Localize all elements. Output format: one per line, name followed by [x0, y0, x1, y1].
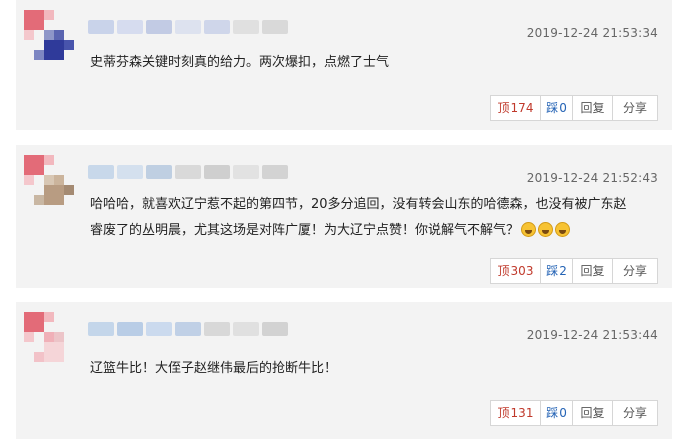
- comment-timestamp: 2019-12-24 21:53:34: [526, 26, 658, 40]
- username-blurred[interactable]: [88, 165, 288, 179]
- comment-text: 哈哈哈，就喜欢辽宁惹不起的第四节，20多分追回，没有转会山东的哈德森，也没有被广…: [90, 192, 660, 244]
- comment-card: 2019-12-24 21:52:43 哈哈哈，就喜欢辽宁惹不起的第四节，20多…: [16, 145, 672, 288]
- upvote-count: 131: [510, 406, 534, 420]
- downvote-button[interactable]: 踩2: [541, 259, 573, 283]
- comment-card: 2019-12-24 21:53:44 辽篮牛比！大侄子赵继伟最后的抢断牛比！ …: [16, 302, 672, 439]
- share-button[interactable]: 分享: [613, 259, 657, 283]
- comment-actions: 顶303 踩2 回复 分享: [490, 258, 658, 284]
- upvote-count: 174: [510, 101, 534, 115]
- share-button[interactable]: 分享: [613, 401, 657, 425]
- comment-timestamp: 2019-12-24 21:53:44: [526, 328, 658, 342]
- reply-button[interactable]: 回复: [573, 259, 613, 283]
- grinning-face-icon: [538, 222, 554, 237]
- downvote-label: 踩: [546, 101, 559, 115]
- downvote-button[interactable]: 踩0: [541, 401, 573, 425]
- username-blurred[interactable]: [88, 322, 288, 336]
- upvote-count: 303: [510, 264, 534, 278]
- downvote-count: 0: [559, 101, 567, 115]
- upvote-label: 顶: [497, 101, 510, 115]
- downvote-label: 踩: [546, 264, 559, 278]
- grinning-face-icon: [521, 222, 537, 237]
- comment-text: 辽篮牛比！大侄子赵继伟最后的抢断牛比！: [90, 361, 338, 376]
- upvote-label: 顶: [497, 406, 510, 420]
- reply-button[interactable]: 回复: [573, 401, 613, 425]
- comment-timestamp: 2019-12-24 21:52:43: [526, 171, 658, 185]
- comment-text-line-content: 睿废了的丛明晨，尤其这场是对阵广厦！为大辽宁点赞！你说解气不解气？: [90, 223, 520, 238]
- upvote-button[interactable]: 顶174: [491, 96, 541, 120]
- share-button[interactable]: 分享: [613, 96, 657, 120]
- comment-actions: 顶174 踩0 回复 分享: [490, 95, 658, 121]
- upvote-label: 顶: [497, 264, 510, 278]
- downvote-count: 0: [559, 406, 567, 420]
- downvote-button[interactable]: 踩0: [541, 96, 573, 120]
- username-blurred[interactable]: [88, 20, 288, 34]
- downvote-count: 2: [559, 264, 567, 278]
- comment-actions: 顶131 踩0 回复 分享: [490, 400, 658, 426]
- comment-text: 史蒂芬森关键时刻真的给力。两次爆扣，点燃了士气: [90, 55, 390, 70]
- avatar[interactable]: [24, 10, 74, 60]
- upvote-button[interactable]: 顶303: [491, 259, 541, 283]
- avatar[interactable]: [24, 312, 74, 362]
- reply-button[interactable]: 回复: [573, 96, 613, 120]
- comment-card: 2019-12-24 21:53:34 史蒂芬森关键时刻真的给力。两次爆扣，点燃…: [16, 0, 672, 130]
- downvote-label: 踩: [546, 406, 559, 420]
- grinning-face-icon: [555, 222, 571, 237]
- comment-text-line: 睿废了的丛明晨，尤其这场是对阵广厦！为大辽宁点赞！你说解气不解气？: [90, 218, 660, 244]
- avatar[interactable]: [24, 155, 74, 205]
- upvote-button[interactable]: 顶131: [491, 401, 541, 425]
- comment-text-line: 哈哈哈，就喜欢辽宁惹不起的第四节，20多分追回，没有转会山东的哈德森，也没有被广…: [90, 197, 627, 212]
